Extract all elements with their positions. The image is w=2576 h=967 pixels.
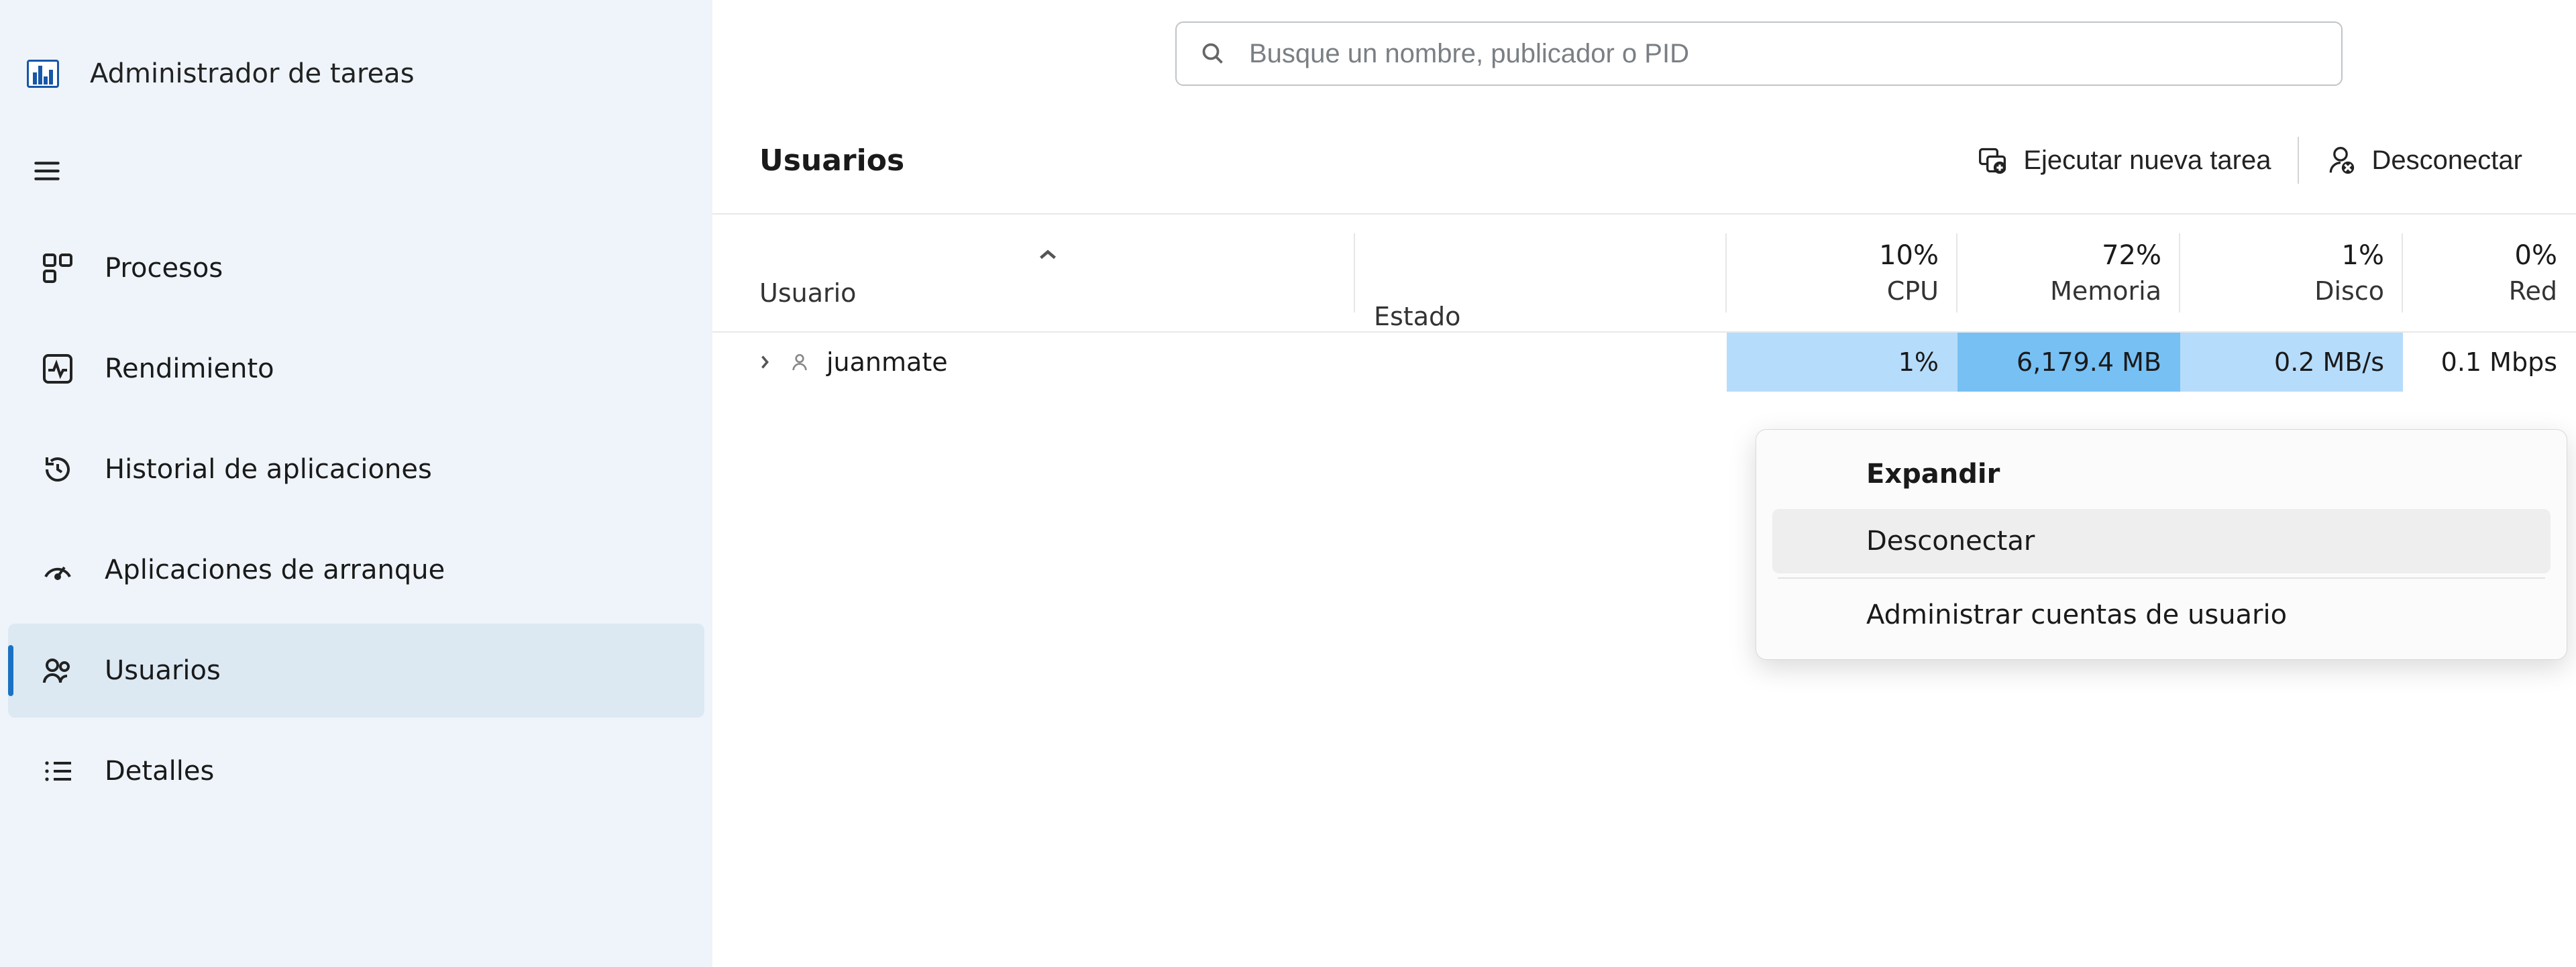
sidebar-item-users[interactable]: Usuarios bbox=[8, 624, 704, 718]
app-icon bbox=[27, 60, 59, 88]
cell-network: 0.1 Mbps bbox=[2403, 333, 2576, 392]
disconnect-label: Desconectar bbox=[2371, 146, 2522, 176]
col-header-memory[interactable]: 72% Memoria bbox=[1957, 215, 2180, 331]
sidebar-item-details[interactable]: Detalles bbox=[8, 724, 704, 818]
table-row[interactable]: juanmate 1% 6,179.4 MB 0.2 MB/s 0.1 Mbps bbox=[712, 333, 2576, 392]
nav: Procesos Rendimiento Historial de aplica… bbox=[0, 215, 712, 818]
menu-separator bbox=[1778, 577, 2545, 579]
col-pct: 1% bbox=[2342, 240, 2384, 271]
chevron-right-icon bbox=[757, 354, 773, 370]
disconnect-button[interactable]: Desconectar bbox=[2299, 107, 2549, 213]
col-pct: 10% bbox=[1879, 240, 1939, 271]
col-label: Estado bbox=[1374, 302, 1708, 331]
titlebar: Administrador de tareas bbox=[0, 20, 712, 127]
col-label: Red bbox=[2509, 276, 2557, 306]
run-new-task-button[interactable]: Ejecutar nueva tarea bbox=[1951, 107, 2298, 213]
run-task-label: Ejecutar nueva tarea bbox=[2023, 146, 2271, 176]
gauge-icon bbox=[42, 554, 74, 586]
search-box[interactable] bbox=[1175, 21, 2343, 86]
sidebar-item-label: Usuarios bbox=[105, 655, 221, 686]
header-row bbox=[712, 0, 2576, 107]
col-label: CPU bbox=[1887, 276, 1939, 306]
context-menu: Expandir Desconectar Administrar cuentas… bbox=[1756, 429, 2567, 660]
disconnect-icon bbox=[2326, 146, 2355, 175]
page-title: Usuarios bbox=[739, 144, 904, 178]
sidebar: Administrador de tareas Procesos Rendimi… bbox=[0, 0, 712, 967]
history-icon bbox=[42, 453, 74, 486]
hamburger-icon bbox=[32, 158, 62, 184]
col-label: Memoria bbox=[2050, 276, 2161, 306]
sidebar-item-app-history[interactable]: Historial de aplicaciones bbox=[8, 422, 704, 516]
toolbar: Usuarios Ejecutar nueva tarea Desconecta… bbox=[712, 107, 2576, 215]
grid-icon bbox=[42, 252, 74, 284]
users-table: Usuario Estado 10% CPU 72% Memoria 1% Di… bbox=[712, 215, 2576, 392]
col-pct: 72% bbox=[2102, 240, 2161, 271]
table-header: Usuario Estado 10% CPU 72% Memoria 1% Di… bbox=[712, 215, 2576, 333]
sidebar-item-startup-apps[interactable]: Aplicaciones de arranque bbox=[8, 523, 704, 617]
cell-memory: 6,179.4 MB bbox=[1957, 333, 2180, 392]
menu-item-disconnect[interactable]: Desconectar bbox=[1772, 509, 2551, 573]
sidebar-item-performance[interactable]: Rendimiento bbox=[8, 322, 704, 416]
person-icon bbox=[789, 351, 810, 373]
search-icon bbox=[1201, 42, 1225, 66]
sidebar-item-label: Rendimiento bbox=[105, 353, 274, 384]
menu-item-manage-accounts[interactable]: Administrar cuentas de usuario bbox=[1772, 583, 2551, 647]
col-label: Disco bbox=[2314, 276, 2384, 306]
hamburger-button[interactable] bbox=[0, 127, 712, 215]
sidebar-item-label: Procesos bbox=[105, 253, 223, 284]
col-header-network[interactable]: 0% Red bbox=[2403, 215, 2576, 331]
pulse-icon bbox=[42, 353, 74, 385]
main: Usuarios Ejecutar nueva tarea Desconecta… bbox=[712, 0, 2576, 967]
col-header-user[interactable]: Usuario bbox=[712, 215, 1355, 331]
app-title: Administrador de tareas bbox=[90, 58, 415, 89]
run-task-icon bbox=[1978, 146, 2007, 175]
users-icon bbox=[42, 655, 74, 687]
cell-state bbox=[1355, 333, 1727, 392]
sidebar-item-processes[interactable]: Procesos bbox=[8, 221, 704, 315]
col-header-disk[interactable]: 1% Disco bbox=[2180, 215, 2403, 331]
sidebar-item-label: Aplicaciones de arranque bbox=[105, 555, 445, 585]
col-pct: 0% bbox=[2515, 240, 2557, 271]
menu-item-expand[interactable]: Expandir bbox=[1772, 442, 2551, 506]
cell-user[interactable]: juanmate bbox=[712, 333, 1355, 392]
user-name: juanmate bbox=[826, 347, 948, 377]
col-header-state[interactable]: Estado bbox=[1355, 215, 1727, 331]
search-input[interactable] bbox=[1249, 39, 2317, 69]
sidebar-item-label: Historial de aplicaciones bbox=[105, 454, 432, 485]
list-icon bbox=[42, 755, 74, 787]
sort-indicator bbox=[1038, 238, 1058, 268]
sidebar-item-label: Detalles bbox=[105, 756, 214, 787]
cell-disk: 0.2 MB/s bbox=[2180, 333, 2403, 392]
col-label: Usuario bbox=[759, 278, 1336, 308]
cell-cpu: 1% bbox=[1727, 333, 1957, 392]
col-header-cpu[interactable]: 10% CPU bbox=[1727, 215, 1957, 331]
